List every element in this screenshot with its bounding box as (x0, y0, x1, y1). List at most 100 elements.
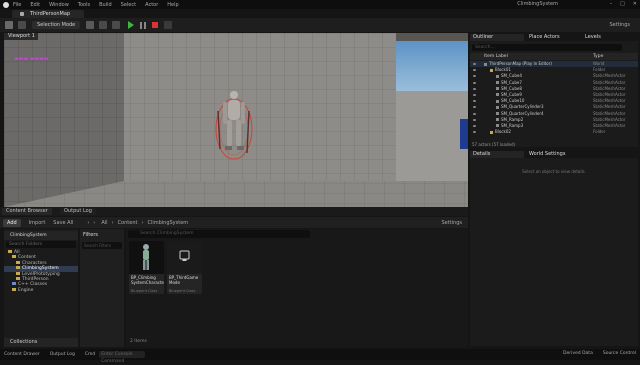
close-icon[interactable]: ✕ (633, 1, 637, 7)
visibility-eye-icon[interactable] (473, 131, 476, 134)
visibility-eye-icon[interactable] (473, 63, 476, 65)
output-log-button[interactable]: Output Log (50, 352, 75, 357)
outliner-row-label: Block02 (495, 129, 511, 135)
menu-tools[interactable]: Tools (78, 2, 90, 8)
tab-content-browser[interactable]: Content Browser (2, 208, 52, 215)
content-browser-toolbar: Add Import Save All ‹ › All › Content › … (0, 217, 468, 228)
settings-button[interactable]: Settings (609, 22, 630, 28)
visibility-eye-icon[interactable] (473, 69, 476, 72)
viewport-scene[interactable]: ▬▬▬ ▬▬▬▬ (4, 33, 468, 207)
tab-outliner[interactable]: Outliner (470, 34, 524, 41)
visibility-eye-icon[interactable] (473, 93, 476, 96)
collections-header[interactable]: Collections (4, 338, 78, 347)
tab-world-settings[interactable]: World Settings (526, 151, 565, 158)
console-command-input[interactable]: Enter Console Command (99, 351, 146, 364)
maximize-icon[interactable]: □ (620, 1, 625, 7)
details-tab-strip: Details World Settings (470, 150, 638, 158)
outliner-row-label: SM_Ramp2 (501, 116, 524, 122)
visibility-eye-icon[interactable] (473, 124, 476, 127)
outliner-row-label: SM_Cube9 (501, 91, 522, 97)
map-tab[interactable]: ThirdPersonMap (12, 10, 84, 18)
add-actor-icon[interactable] (86, 21, 95, 29)
tab-place-actors[interactable]: Place Actors (526, 34, 560, 41)
menu-file[interactable]: File (13, 2, 21, 8)
level-viewport[interactable]: ▬▬▬ ▬▬▬▬ (4, 33, 468, 207)
map-tab-label: ThirdPersonMap (30, 11, 71, 17)
folder-icon (8, 250, 12, 253)
minimize-icon[interactable]: – (610, 1, 613, 7)
menu-edit[interactable]: Edit (30, 2, 40, 8)
content-drawer-button[interactable]: Content Drawer (4, 352, 40, 357)
search-filters-input[interactable]: Search Filters (82, 242, 122, 249)
menu-help[interactable]: Help (167, 2, 178, 8)
visibility-eye-icon[interactable] (473, 112, 476, 115)
menu-select[interactable]: Select (121, 2, 136, 8)
folder-icon (16, 260, 20, 264)
breadcrumb-separator-icon: › (141, 219, 144, 226)
forward-icon[interactable]: › (93, 220, 95, 226)
outliner-row[interactable]: Block02 Folder (470, 129, 638, 135)
visibility-eye-icon[interactable] (473, 100, 476, 103)
content-browser-settings-button[interactable]: Settings (441, 220, 462, 226)
visibility-eye-icon[interactable] (473, 87, 476, 90)
eject-icon[interactable] (164, 21, 173, 29)
filters-label[interactable]: Filters (80, 229, 124, 238)
document-tab-strip (0, 9, 640, 18)
tab-levels[interactable]: Levels (582, 34, 601, 41)
filters-panel: Filters Search Filters (80, 229, 124, 347)
actor-icon (496, 112, 499, 115)
col-type[interactable]: Type (593, 53, 603, 60)
outliner-row-label: ThirdPersonMap (Play In Editor) (489, 61, 552, 66)
asset-tile[interactable]: BP_Climbing SystemCharacter Blueprint Cl… (129, 241, 164, 294)
content-icon[interactable] (18, 21, 26, 29)
breadcrumb-climbingsystem[interactable]: ClimbingSystem (147, 220, 188, 226)
import-button[interactable]: Import (29, 220, 46, 226)
outliner-row-label: SM_Ramp3 (501, 122, 524, 128)
outliner-row-name: Block02 (490, 129, 511, 135)
visibility-eye-icon[interactable] (473, 118, 476, 121)
level-icon (20, 12, 24, 16)
visibility-eye-icon[interactable] (473, 106, 476, 109)
unreal-logo-icon (3, 1, 9, 8)
outliner-header: Item Label Type (470, 53, 638, 60)
asset-name: BP_Climbing SystemCharacter (131, 275, 164, 285)
folder-icon (16, 266, 20, 270)
tab-output-log[interactable]: Output Log (60, 208, 96, 215)
menu-actor[interactable]: Actor (145, 2, 158, 8)
visibility-eye-icon[interactable] (473, 81, 476, 84)
character-thumbnail (129, 241, 164, 274)
play-icon[interactable] (128, 21, 135, 29)
visibility-eye-icon[interactable] (473, 75, 476, 78)
cinematics-icon[interactable] (112, 21, 121, 29)
item-count: 2 items (130, 339, 147, 344)
tab-details[interactable]: Details (470, 151, 524, 158)
search-folders-input[interactable]: Search Folders (6, 241, 76, 248)
asset-tile[interactable]: BP_ThirdGame Mode Blueprint Class (167, 241, 202, 294)
actor-icon (496, 87, 499, 91)
status-bar: Content Drawer Output Log Cmd Enter Cons… (0, 349, 640, 364)
cmd-dropdown[interactable]: Cmd (85, 352, 95, 357)
col-item-label[interactable]: Item Label (484, 53, 508, 60)
asset-search-input[interactable]: Search ClimbingSystem (128, 230, 310, 238)
viewport-tab[interactable]: Viewport 1 (4, 33, 38, 40)
source-control-button[interactable]: Source Control (603, 351, 636, 356)
save-all-button[interactable]: Save All (53, 220, 73, 226)
stop-icon[interactable] (152, 22, 159, 28)
breadcrumb-content[interactable]: Content (118, 220, 138, 226)
pause-icon[interactable] (140, 21, 147, 29)
save-icon[interactable] (5, 21, 13, 29)
menu-build[interactable]: Build (99, 2, 112, 8)
selection-mode-dropdown[interactable]: Selection Mode (32, 21, 81, 29)
back-icon[interactable]: ‹ (87, 220, 89, 226)
add-button[interactable]: Add (3, 218, 21, 227)
outliner-row-label: SM_Cube4 (501, 73, 522, 79)
project-root-label[interactable]: ClimbingSystem (4, 231, 78, 240)
tree-item-engine[interactable]: Engine (4, 287, 78, 293)
blueprint-icon[interactable] (99, 21, 108, 29)
breadcrumb-all[interactable]: All (101, 220, 107, 226)
svg-text:▬▬▬ ▬▬▬▬: ▬▬▬ ▬▬▬▬ (14, 56, 49, 62)
outliner-search-input[interactable]: Search... (472, 44, 622, 51)
details-empty-message: Select an object to view details. (522, 169, 586, 174)
menu-window[interactable]: Window (49, 2, 69, 8)
derived-data-button[interactable]: Derived Data (563, 351, 593, 356)
